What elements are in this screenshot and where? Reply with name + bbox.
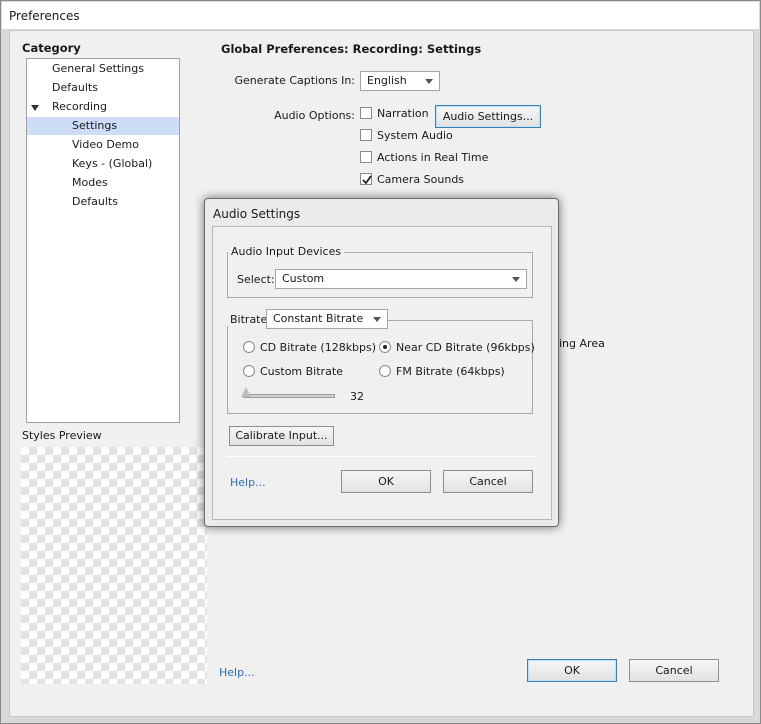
- tree-item-settings[interactable]: Settings: [27, 117, 179, 135]
- radio-icon[interactable]: [243, 341, 255, 353]
- actions-real-time-label: Actions in Real Time: [377, 151, 489, 164]
- ok-button[interactable]: OK: [527, 659, 617, 682]
- category-title: Category: [22, 41, 81, 55]
- help-link[interactable]: Help...: [219, 666, 255, 679]
- tree-item-video-demo[interactable]: Video Demo: [72, 136, 139, 154]
- audio-settings-button[interactable]: Audio Settings...: [435, 105, 541, 128]
- tree-item-defaults[interactable]: Defaults: [52, 79, 98, 97]
- checkbox-icon[interactable]: [360, 151, 372, 163]
- bitrate-mode-value: Constant Bitrate: [273, 312, 364, 325]
- slider-handle[interactable]: [241, 387, 251, 397]
- audio-options-label: Audio Options:: [274, 109, 355, 122]
- near-cd-bitrate-radio[interactable]: Near CD Bitrate (96kbps): [379, 341, 535, 357]
- chevron-down-icon: [512, 277, 520, 282]
- fm-bitrate-radio[interactable]: FM Bitrate (64kbps): [379, 365, 505, 381]
- camera-sounds-label: Camera Sounds: [377, 173, 465, 186]
- checkbox-icon[interactable]: [360, 129, 372, 141]
- tree-item-general-settings[interactable]: General Settings: [52, 60, 144, 78]
- dialog-cancel-button[interactable]: Cancel: [443, 470, 533, 493]
- category-tree[interactable]: General Settings Defaults Recording Sett…: [26, 58, 180, 423]
- chevron-down-icon: [373, 317, 381, 322]
- tree-item-recording[interactable]: Recording: [52, 98, 107, 116]
- calibrate-input-button[interactable]: Calibrate Input...: [229, 426, 334, 446]
- preferences-window: Preferences Category General Settings De…: [0, 0, 761, 724]
- captions-language-dropdown[interactable]: English: [360, 71, 440, 91]
- near-cd-bitrate-label: Near CD Bitrate (96kbps): [396, 341, 535, 354]
- dialog-help-link[interactable]: Help...: [230, 476, 266, 489]
- cd-bitrate-radio[interactable]: CD Bitrate (128kbps): [243, 341, 376, 357]
- checkmark-icon[interactable]: [360, 173, 372, 185]
- custom-bitrate-label: Custom Bitrate: [260, 365, 343, 378]
- styles-preview-label: Styles Preview: [22, 429, 102, 442]
- input-device-dropdown[interactable]: Custom: [275, 269, 527, 289]
- cd-bitrate-label: CD Bitrate (128kbps): [260, 341, 377, 354]
- bitrate-mode-dropdown[interactable]: Constant Bitrate: [266, 309, 388, 329]
- dialog-separator: [227, 456, 537, 457]
- select-label: Select:: [237, 273, 275, 286]
- dialog-body: Audio Input Devices Select: Custom Bitra…: [212, 226, 552, 520]
- chevron-down-icon: [425, 79, 433, 84]
- tree-item-keys-global[interactable]: Keys - (Global): [72, 155, 152, 173]
- expand-arrow-icon[interactable]: [31, 105, 39, 111]
- camera-sounds-checkbox[interactable]: Camera Sounds: [360, 173, 464, 189]
- fm-bitrate-label: FM Bitrate (64kbps): [396, 365, 505, 378]
- audio-settings-dialog: Audio Settings Audio Input Devices Selec…: [204, 198, 559, 527]
- window-title: Preferences: [2, 2, 759, 29]
- radio-selected-icon[interactable]: [379, 341, 391, 353]
- checkbox-icon[interactable]: [360, 107, 372, 119]
- audio-input-devices-legend: Audio Input Devices: [228, 245, 345, 258]
- captions-label: Generate Captions In:: [234, 74, 356, 87]
- radio-icon[interactable]: [243, 365, 255, 377]
- dialog-title: Audio Settings: [213, 207, 301, 221]
- captions-language-value: English: [367, 74, 407, 87]
- radio-icon[interactable]: [379, 365, 391, 377]
- tree-item-recording-defaults[interactable]: Defaults: [72, 193, 118, 211]
- system-audio-label: System Audio: [377, 129, 453, 142]
- page-title: Global Preferences: Recording: Settings: [221, 42, 482, 56]
- narration-checkbox[interactable]: Narration: [360, 107, 429, 123]
- cancel-button[interactable]: Cancel: [629, 659, 719, 682]
- narration-label: Narration: [377, 107, 429, 120]
- custom-bitrate-radio[interactable]: Custom Bitrate: [243, 365, 343, 381]
- actions-real-time-checkbox[interactable]: Actions in Real Time: [360, 151, 488, 167]
- input-device-value: Custom: [282, 272, 325, 285]
- custom-bitrate-slider[interactable]: [243, 394, 335, 398]
- bitrate-label: Bitrate: [227, 313, 271, 326]
- slider-value: 32: [350, 390, 364, 403]
- tree-item-modes[interactable]: Modes: [72, 174, 108, 192]
- styles-preview-area: [21, 447, 207, 684]
- system-audio-checkbox[interactable]: System Audio: [360, 129, 453, 145]
- dialog-ok-button[interactable]: OK: [341, 470, 431, 493]
- partially-hidden-label: ing Area: [559, 337, 605, 350]
